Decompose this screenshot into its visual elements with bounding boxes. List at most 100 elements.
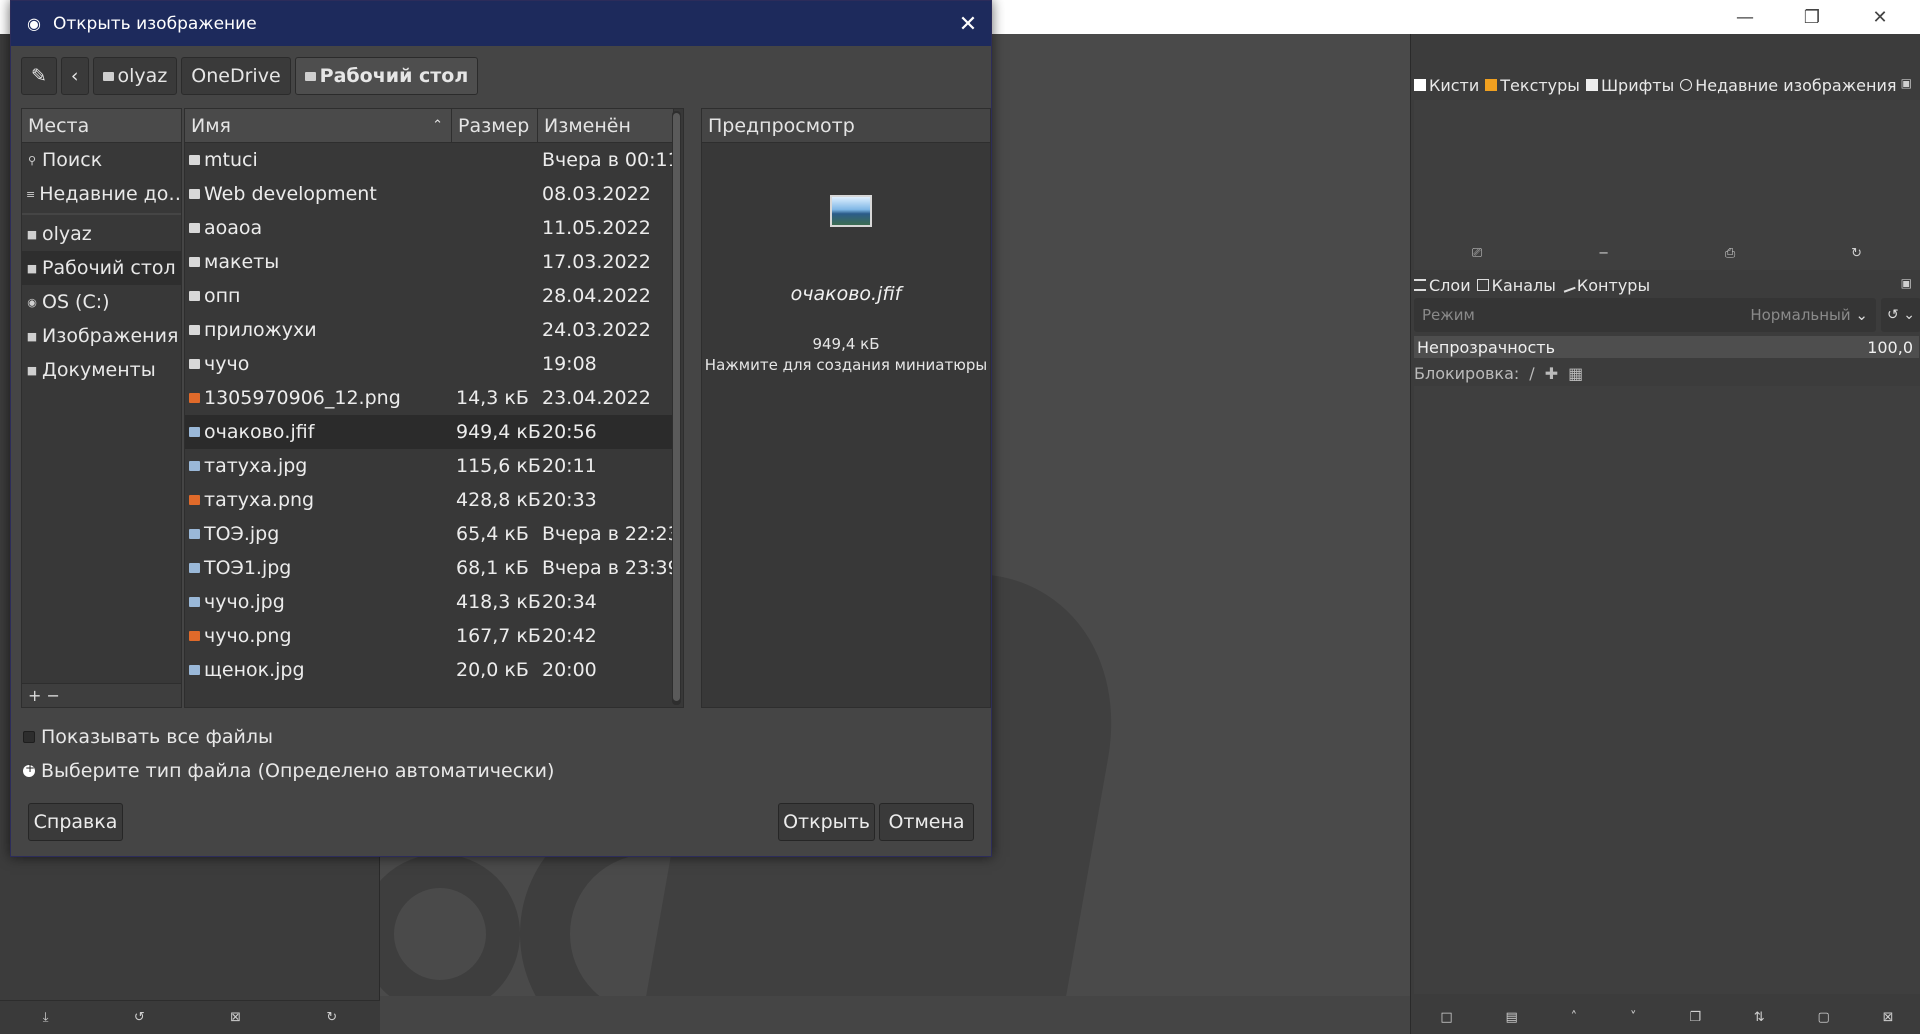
mode-switch-button[interactable]: ↺ ⌄ [1881,298,1920,332]
file-size: 167,7 кБ [456,625,541,647]
delete-preset-icon[interactable]: ⊠ [230,1010,241,1025]
place-recent[interactable]: ≡ Недавние до… [22,177,181,211]
place-documents[interactable]: ■ Документы [22,353,181,387]
file-row[interactable]: аоаоа 11.05.2022 [185,211,673,245]
open-image-icon[interactable]: ⎚ [1472,246,1482,261]
path-segment-desktop[interactable]: Рабочий стол [294,57,479,95]
preview-thumbnail-icon[interactable] [830,195,872,227]
column-name[interactable]: Имя ⌃ [185,109,452,143]
tab-layers[interactable]: Слои [1414,276,1471,295]
file-list-scrollbar[interactable] [672,111,681,705]
place-pictures[interactable]: ■ Изображения [22,319,181,353]
raise-layer-icon[interactable]: ˄ [1571,1010,1578,1025]
tab-recent-images[interactable]: Недавние изображения [1680,76,1896,95]
preview-header: Предпросмотр [702,109,990,143]
minimize-button[interactable]: — [1715,2,1775,32]
tab-paths[interactable]: Контуры [1560,276,1650,295]
place-olyaz[interactable]: ■ olyaz [22,217,181,251]
file-type-expander[interactable]: Выберите тип файла (Определено автоматич… [23,759,554,783]
path-back-button[interactable]: ‹ [60,57,89,95]
place-desktop[interactable]: ■ Рабочий стол [22,251,181,285]
file-modified: 17.03.2022 [542,251,651,273]
path-segment-onedrive[interactable]: OneDrive [181,57,291,95]
lock-pixels-icon[interactable]: ∕ [1529,364,1534,383]
file-row[interactable]: приложухи 24.03.2022 [185,313,673,347]
close-window-button[interactable]: ✕ [1850,2,1910,32]
delete-layer-icon[interactable]: ⊠ [1883,1010,1894,1025]
column-size[interactable]: Размер [452,109,538,143]
preview-hint[interactable]: Нажмите для создания миниатюры [702,356,990,374]
checkbox-box[interactable] [23,731,35,743]
file-row[interactable]: 1305970906_12.png 14,3 кБ 23.04.2022 [185,381,673,415]
places-divider [22,213,181,215]
open-button[interactable]: Открыть [778,803,875,841]
file-row[interactable]: чучо 19:08 [185,347,673,381]
file-row[interactable]: опп 28.04.2022 [185,279,673,313]
save-preset-icon[interactable]: ⤓ [43,1010,49,1025]
places-add-remove[interactable]: + − [22,683,181,707]
file-row[interactable]: чучо.png 167,7 кБ 20:42 [185,619,673,653]
file-name-cell: ТОЭ1.jpg [185,557,452,579]
file-name-cell: щенок.jpg [185,659,452,681]
brush-icon [1414,79,1426,91]
reset-icon[interactable]: ↻ [326,1010,337,1025]
file-size: 68,1 кБ [456,557,529,579]
new-layer-group-icon[interactable]: ▤ [1506,1010,1518,1025]
tab-channels[interactable]: Каналы [1476,276,1556,295]
file-row[interactable]: ТОЭ1.jpg 68,1 кБ Вчера в 23:39 [185,551,680,585]
tab-layers-label: Слои [1429,275,1471,295]
folder-icon: ■ [26,329,38,343]
layers-dock-menu-icon[interactable]: ▣ [1901,276,1912,290]
column-modified[interactable]: Изменён [538,109,674,143]
file-name-cell: очаково.jfif [185,421,452,443]
place-search[interactable]: ⚲ Поиск [22,143,181,177]
file-modified: 23.04.2022 [542,387,651,409]
merge-layer-icon[interactable]: ⇅ [1754,1010,1765,1025]
place-drive-c[interactable]: ◉ OS (C:) [22,285,181,319]
file-name: опп [204,285,241,307]
mode-select[interactable]: Режим Нормальный ⌄ [1414,298,1876,332]
opacity-slider[interactable]: Непрозрачность 100,0 [1414,336,1919,358]
tab-fonts[interactable]: Шрифты [1585,75,1675,95]
file-name-cell: аоаоа [185,217,452,239]
layer-mask-icon[interactable]: ▢ [1818,1010,1830,1025]
print-icon[interactable]: ⎙ [1725,246,1735,261]
tab-patterns[interactable]: Текстуры [1485,76,1580,95]
file-row[interactable]: щенок.jpg 20,0 кБ 20:00 [185,653,673,687]
help-button[interactable]: Справка [28,803,123,841]
layers-toolbar: □ ▤ ˄ ˅ ❐ ⇅ ▢ ⊠ [1414,1006,1920,1028]
show-all-files-checkbox[interactable]: Показывать все файлы [23,725,273,749]
duplicate-layer-icon[interactable]: ❐ [1689,1010,1701,1025]
lower-layer-icon[interactable]: ˅ [1630,1010,1637,1025]
close-icon[interactable]: ✕ [951,7,985,41]
file-row[interactable]: чучо.jpg 418,3 кБ 20:34 [185,585,673,619]
folder-icon: ■ [26,227,38,241]
file-row[interactable]: ТОЭ.jpg 65,4 кБ Вчера в 22:23 [185,517,680,551]
file-row[interactable]: mtuci Вчера в 00:11 [185,143,680,177]
dock-menu-icon[interactable]: ▣ [1901,76,1912,90]
cancel-button[interactable]: Отмена [879,803,974,841]
file-row[interactable]: татуха.jpg 115,6 кБ 20:11 [185,449,673,483]
file-row[interactable]: Web development 08.03.2022 [185,177,673,211]
refresh-icon[interactable]: ↻ [1851,246,1862,261]
file-row[interactable]: макеты 17.03.2022 [185,245,673,279]
folder-icon: ■ [26,261,38,275]
scrollbar-thumb[interactable] [673,113,680,701]
lock-label: Блокировка: [1414,363,1520,383]
path-segment-label: olyaz [117,65,168,87]
remove-icon[interactable]: − [1598,246,1609,261]
new-layer-icon[interactable]: □ [1440,1010,1452,1025]
png-icon [189,393,200,403]
restore-preset-icon[interactable]: ↺ [134,1010,145,1025]
restore-button[interactable]: ❐ [1782,2,1842,32]
type-location-button[interactable]: ✎ [21,57,57,95]
expander-icon[interactable] [23,761,35,777]
path-segment-olyaz[interactable]: olyaz [92,57,178,95]
tab-brushes[interactable]: Кисти [1414,76,1479,95]
lock-position-icon[interactable]: ✚ [1545,364,1558,383]
file-row[interactable]: татуха.png 428,8 кБ 20:33 [185,483,673,517]
tab-fonts-label: Шрифты [1600,75,1675,95]
dialog-title: Открыть изображение [53,13,257,34]
lock-alpha-icon[interactable]: ▦ [1568,364,1583,383]
file-row[interactable]: очаково.jfif 949,4 кБ 20:56 [185,415,673,449]
